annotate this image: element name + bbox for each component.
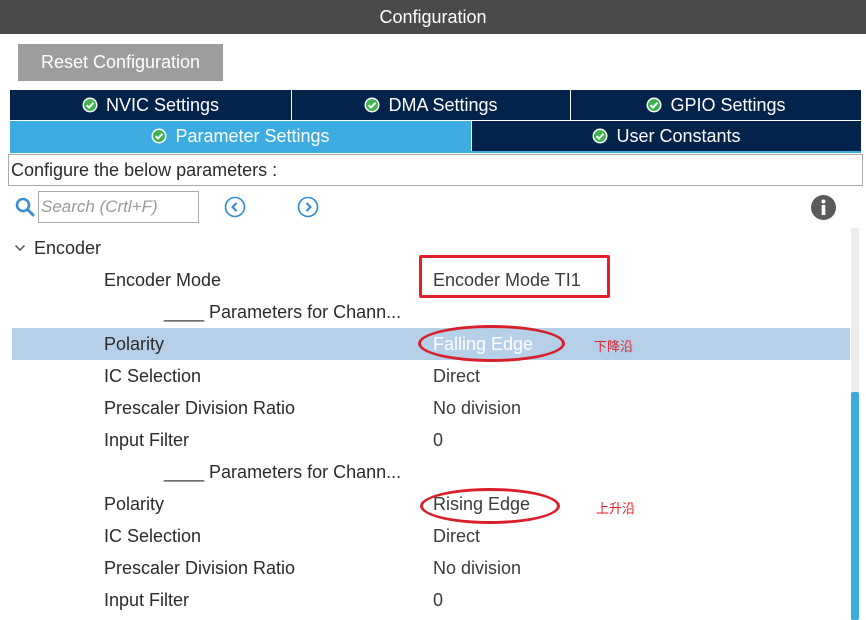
section-label: ____ Parameters for Chann... bbox=[164, 462, 402, 482]
tab-label: User Constants bbox=[616, 126, 741, 146]
annotation-ellipse-falling bbox=[418, 325, 565, 362]
tab-gpio-settings[interactable]: GPIO Settings bbox=[571, 90, 861, 120]
param-value[interactable]: 0 bbox=[433, 424, 443, 456]
group-label: Encoder bbox=[34, 238, 102, 258]
check-circle-icon bbox=[592, 128, 608, 144]
param-name: Input Filter bbox=[104, 430, 190, 450]
section-header-channel-1: ____ Parameters for Chann... bbox=[12, 296, 850, 328]
previous-arrow-icon[interactable] bbox=[224, 196, 246, 218]
param-name: Prescaler Division Ratio bbox=[104, 558, 296, 578]
scrollbar-thumb[interactable] bbox=[851, 392, 859, 620]
annotation-note-falling: 下降沿 bbox=[594, 340, 634, 355]
check-circle-icon bbox=[646, 97, 662, 113]
param-value[interactable]: No division bbox=[433, 552, 521, 584]
group-encoder[interactable]: Encoder bbox=[12, 233, 101, 263]
tab-label: DMA Settings bbox=[388, 95, 498, 115]
param-name: Polarity bbox=[104, 494, 165, 514]
tab-label: NVIC Settings bbox=[105, 95, 220, 115]
param-value[interactable]: Direct bbox=[433, 520, 480, 552]
check-circle-icon bbox=[82, 97, 98, 113]
window-title: Configuration bbox=[0, 0, 866, 34]
check-circle-icon bbox=[364, 97, 380, 113]
search-input[interactable] bbox=[38, 191, 199, 223]
annotation-ellipse-rising bbox=[420, 488, 560, 524]
check-circle-icon bbox=[151, 128, 167, 144]
param-name: Polarity bbox=[104, 334, 165, 354]
search-icon[interactable] bbox=[14, 196, 36, 218]
tab-parameter-settings[interactable]: Parameter Settings bbox=[10, 121, 471, 151]
param-row-prescaler-ch2[interactable]: Prescaler Division Ratio No division bbox=[12, 552, 850, 584]
tab-user-constants[interactable]: User Constants bbox=[472, 121, 861, 151]
annotation-note-rising: 上升沿 bbox=[596, 502, 636, 517]
description-text: Configure the below parameters : bbox=[8, 154, 863, 186]
info-icon[interactable] bbox=[810, 194, 837, 221]
tab-dma-settings[interactable]: DMA Settings bbox=[292, 90, 570, 120]
param-name: IC Selection bbox=[104, 366, 202, 386]
param-name: IC Selection bbox=[104, 526, 202, 546]
param-name: Input Filter bbox=[104, 590, 190, 610]
param-name: Prescaler Division Ratio bbox=[104, 398, 296, 418]
param-row-prescaler-ch1[interactable]: Prescaler Division Ratio No division bbox=[12, 392, 850, 424]
param-value[interactable]: Direct bbox=[433, 360, 480, 392]
tab-label: Parameter Settings bbox=[175, 126, 330, 146]
param-row-input-filter-ch1[interactable]: Input Filter 0 bbox=[12, 424, 850, 456]
annotation-rectangle bbox=[419, 255, 610, 298]
param-value[interactable]: No division bbox=[433, 392, 521, 424]
next-arrow-icon[interactable] bbox=[297, 196, 319, 218]
chevron-down-icon bbox=[14, 244, 26, 252]
param-row-ic-selection-ch2[interactable]: IC Selection Direct bbox=[12, 520, 850, 552]
param-row-input-filter-ch2[interactable]: Input Filter 0 bbox=[12, 584, 850, 616]
param-name: Encoder Mode bbox=[104, 270, 222, 290]
tab-label: GPIO Settings bbox=[670, 95, 786, 115]
param-value[interactable]: 0 bbox=[433, 584, 443, 616]
param-row-ic-selection-ch1[interactable]: IC Selection Direct bbox=[12, 360, 850, 392]
section-header-channel-2: ____ Parameters for Chann... bbox=[12, 456, 850, 488]
tab-nvic-settings[interactable]: NVIC Settings bbox=[10, 90, 291, 120]
tab-underline bbox=[10, 151, 861, 153]
section-label: ____ Parameters for Chann... bbox=[164, 302, 402, 322]
reset-configuration-button[interactable]: Reset Configuration bbox=[18, 44, 223, 81]
